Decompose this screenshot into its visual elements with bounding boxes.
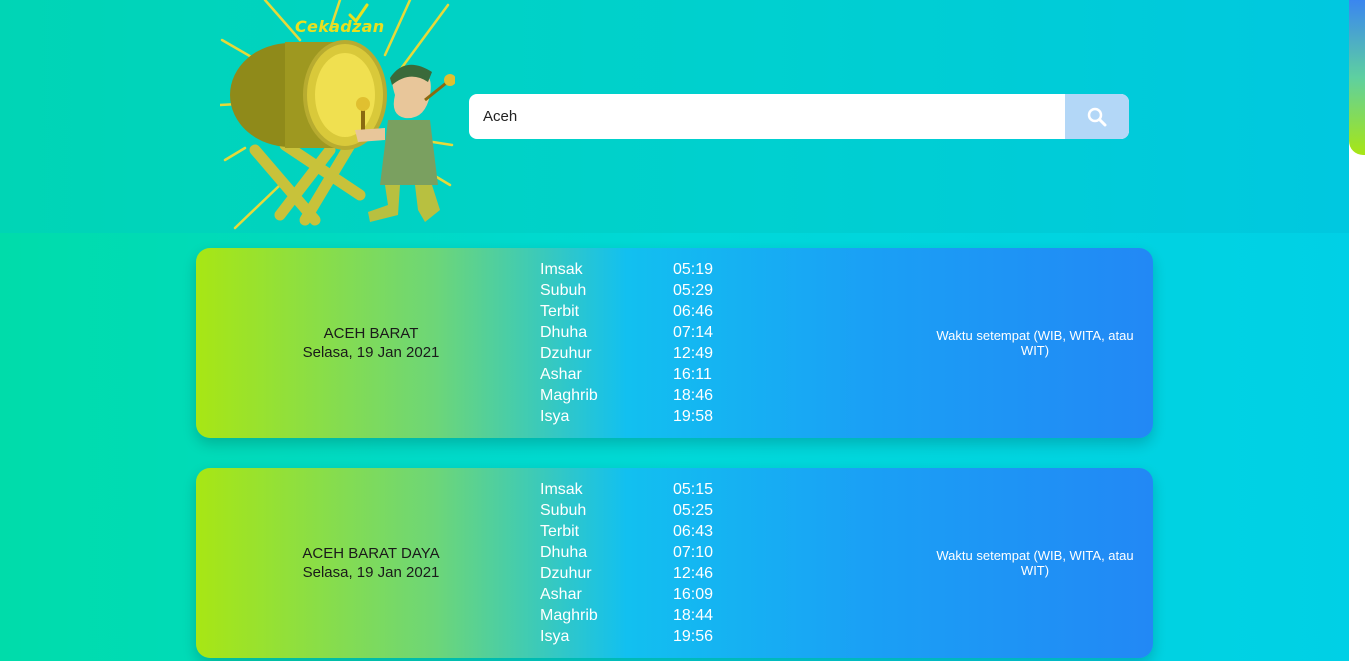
time-row-imsak: Imsak 05:15: [540, 479, 740, 500]
time-row-dhuha: Dhuha 07:14: [540, 322, 740, 343]
prayer-name: Imsak: [540, 260, 583, 278]
prayer-name: Maghrib: [540, 386, 598, 404]
header: Cekadzan: [0, 0, 1349, 233]
prayer-card: ACEH BARAT DAYA Selasa, 19 Jan 2021 Imsa…: [196, 468, 1153, 658]
prayer-time: 07:14: [673, 323, 714, 341]
prayer-name: Dzuhur: [540, 564, 592, 582]
scrollbar-thumb[interactable]: [1349, 0, 1365, 155]
prayer-time: 19:56: [673, 627, 714, 645]
prayer-name: Isya: [540, 407, 570, 425]
prayer-time: 06:43: [673, 522, 714, 540]
date-label: Selasa, 19 Jan 2021: [302, 344, 440, 361]
prayer-time: 16:11: [673, 365, 712, 383]
time-row-maghrib: Maghrib 18:46: [540, 385, 740, 406]
prayer-time: 12:46: [673, 564, 714, 582]
timezone-note: Waktu setempat (WIB, WITA, atau WIT): [936, 548, 1134, 578]
prayer-time: 16:09: [673, 585, 714, 603]
prayer-time: 06:46: [673, 302, 714, 320]
prayer-name: Ashar: [540, 585, 582, 603]
prayer-name: Terbit: [540, 302, 580, 320]
prayer-name: Isya: [540, 627, 570, 645]
prayer-times-list: Imsak 05:19 Subuh 05:29 Terbit 06:46 Dhuha 0…: [540, 259, 740, 427]
time-row-subuh: Subuh 05:25: [540, 500, 740, 521]
prayer-name: Dzuhur: [540, 344, 592, 362]
prayer-time: 05:25: [673, 501, 714, 519]
prayer-time: 05:29: [673, 281, 714, 299]
prayer-name: Subuh: [540, 281, 587, 299]
prayer-card: ACEH BARAT Selasa, 19 Jan 2021 Imsak 05:1…: [196, 248, 1153, 438]
checkmark-icon: [348, 3, 369, 24]
prayer-name: Subuh: [540, 501, 587, 519]
prayer-name: Ashar: [540, 365, 582, 383]
search-bar: [469, 94, 1129, 139]
time-row-terbit: Terbit 06:46: [540, 301, 740, 322]
search-button[interactable]: [1065, 94, 1129, 139]
time-row-ashar: Ashar 16:11: [540, 364, 740, 385]
logo-text: Cekadzan: [295, 17, 385, 36]
time-row-isya: Isya 19:58: [540, 406, 740, 427]
prayer-time: 05:15: [673, 480, 714, 498]
time-row-maghrib: Maghrib 18:44: [540, 605, 740, 626]
prayer-name: Maghrib: [540, 606, 598, 624]
scrollbar-track[interactable]: [1349, 0, 1365, 661]
prayer-time: 19:58: [673, 407, 714, 425]
prayer-name: Dhuha: [540, 323, 588, 341]
time-row-dzuhur: Dzuhur 12:49: [540, 343, 740, 364]
timezone-note: Waktu setempat (WIB, WITA, atau WIT): [936, 328, 1134, 358]
region-name: ACEH BARAT DAYA: [302, 545, 440, 562]
prayer-time: 12:49: [673, 344, 714, 362]
prayer-name: Terbit: [540, 522, 580, 540]
date-label: Selasa, 19 Jan 2021: [302, 564, 440, 581]
prayer-name: Dhuha: [540, 543, 588, 561]
card-location: ACEH BARAT Selasa, 19 Jan 2021: [196, 248, 546, 438]
prayer-time: 18:46: [673, 386, 714, 404]
region-name: ACEH BARAT: [323, 325, 419, 342]
prayer-time: 07:10: [673, 543, 714, 561]
time-row-ashar: Ashar 16:09: [540, 584, 740, 605]
time-row-isya: Isya 19:56: [540, 626, 740, 647]
time-row-dzuhur: Dzuhur 12:46: [540, 563, 740, 584]
search-icon: [1087, 107, 1107, 126]
time-row-dhuha: Dhuha 07:10: [540, 542, 740, 563]
time-row-imsak: Imsak 05:19: [540, 259, 740, 280]
prayer-time: 05:19: [673, 260, 714, 278]
logo[interactable]: Cekadzan: [218, 0, 456, 233]
prayer-time: 18:44: [673, 606, 714, 624]
search-input[interactable]: [469, 94, 1065, 139]
time-row-subuh: Subuh 05:29: [540, 280, 740, 301]
time-row-terbit: Terbit 06:43: [540, 521, 740, 542]
prayer-times-list: Imsak 05:15 Subuh 05:25 Terbit 06:43 Dhuha 0…: [540, 479, 740, 647]
prayer-name: Imsak: [540, 480, 583, 498]
card-location: ACEH BARAT DAYA Selasa, 19 Jan 2021: [196, 468, 546, 658]
